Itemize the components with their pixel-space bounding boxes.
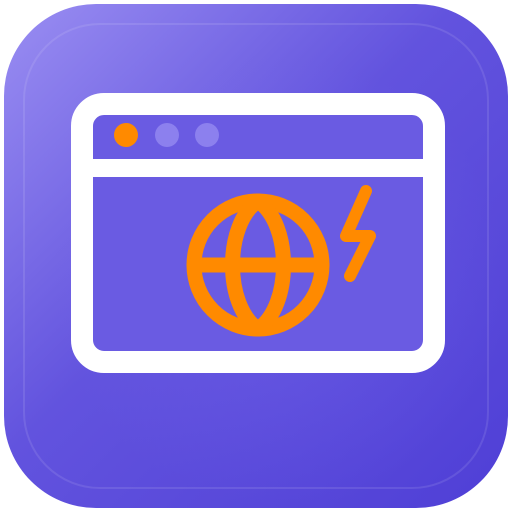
window-dot-inactive [195,123,219,147]
window-dot-inactive [155,123,179,147]
app-icon-canvas [0,0,512,512]
window-dot-active [114,123,138,147]
app-icon [4,4,508,508]
